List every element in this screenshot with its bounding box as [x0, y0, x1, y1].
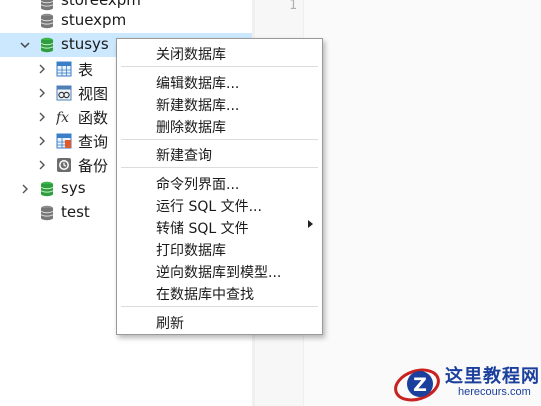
- tree-item-label: 函数: [78, 109, 109, 127]
- menu-item-label: 转储 SQL 文件: [156, 221, 249, 237]
- line-number: 1: [289, 0, 297, 13]
- menu-item-find-in-database[interactable]: 在数据库中查找: [117, 282, 322, 304]
- tree-item-label: 视图: [78, 85, 109, 103]
- watermark: Z 这里教程网 herecours.com: [392, 360, 541, 406]
- backup-icon: [57, 158, 71, 172]
- chevron-right-icon[interactable]: [36, 159, 48, 171]
- menu-item-run-sql-file[interactable]: 运行 SQL 文件...: [117, 194, 322, 216]
- watermark-title: 这里教程网: [445, 366, 540, 387]
- menu-item-label: 删除数据库: [156, 120, 226, 136]
- menu-item-label: 新建查询: [156, 148, 212, 164]
- svg-text:fx: fx: [56, 110, 69, 125]
- watermark-logo-letter: Z: [413, 374, 427, 396]
- query-icon: [56, 133, 72, 149]
- menu-item-label: 打印数据库: [156, 243, 226, 259]
- tree-item-label: 备份: [78, 157, 109, 175]
- database-open-icon: [40, 37, 54, 53]
- menu-item-new-query[interactable]: 新建查询: [117, 143, 322, 165]
- menu-item-label: 关闭数据库: [156, 47, 226, 63]
- database-open-icon: [40, 181, 54, 197]
- database-icon: [40, 205, 54, 221]
- menu-item-reverse-to-model[interactable]: 逆向数据库到模型...: [117, 260, 322, 282]
- menu-item-command-line[interactable]: 命令列界面...: [117, 172, 322, 194]
- menu-item-label: 运行 SQL 文件...: [156, 199, 262, 215]
- menu-separator: [121, 167, 318, 168]
- tree-item-label: sys: [61, 179, 86, 197]
- chevron-right-icon[interactable]: [36, 63, 48, 75]
- menu-item-edit-database[interactable]: 编辑数据库...: [117, 71, 322, 93]
- tree-item-label: test: [61, 203, 90, 221]
- watermark-url: herecours.com: [458, 386, 531, 398]
- submenu-arrow-icon: [308, 220, 313, 228]
- table-icon: [56, 61, 72, 77]
- menu-item-label: 命令列界面...: [156, 177, 240, 193]
- chevron-right-icon[interactable]: [19, 183, 31, 195]
- menu-item-label: 刷新: [156, 316, 184, 332]
- chevron-right-icon[interactable]: [36, 135, 48, 147]
- menu-item-label: 编辑数据库...: [156, 76, 240, 92]
- tree-item-stuexpm[interactable]: stuexpm: [0, 9, 252, 33]
- tree-item-label: storeexpm: [61, 0, 141, 9]
- menu-item-new-database[interactable]: 新建数据库...: [117, 93, 322, 115]
- menu-item-print-database[interactable]: 打印数据库: [117, 238, 322, 260]
- menu-item-label: 新建数据库...: [156, 98, 240, 114]
- menu-separator: [121, 66, 318, 67]
- menu-item-label: 在数据库中查找: [156, 287, 254, 303]
- menu-item-refresh[interactable]: 刷新: [117, 311, 322, 333]
- menu-item-delete-database[interactable]: 删除数据库: [117, 115, 322, 137]
- tree-item-label: 表: [78, 61, 94, 79]
- menu-item-close-database[interactable]: 关闭数据库: [117, 42, 322, 64]
- chevron-right-icon[interactable]: [36, 87, 48, 99]
- chevron-right-icon[interactable]: [36, 111, 48, 123]
- database-icon: [40, 13, 54, 29]
- database-context-menu: 关闭数据库 编辑数据库... 新建数据库... 删除数据库 新建查询 命令列界面…: [116, 38, 323, 335]
- view-icon: [56, 85, 72, 101]
- watermark-logo-icon: Z: [394, 368, 440, 402]
- tree-item-label: stuexpm: [61, 11, 127, 29]
- tree-item-label: 查询: [78, 133, 109, 151]
- tree-item-label: stusys: [61, 35, 109, 53]
- menu-separator: [121, 306, 318, 307]
- function-icon: fx: [56, 110, 69, 125]
- menu-item-dump-sql-file[interactable]: 转储 SQL 文件: [117, 216, 322, 238]
- menu-item-label: 逆向数据库到模型...: [156, 265, 282, 281]
- menu-separator: [121, 139, 318, 140]
- chevron-down-icon[interactable]: [19, 39, 31, 51]
